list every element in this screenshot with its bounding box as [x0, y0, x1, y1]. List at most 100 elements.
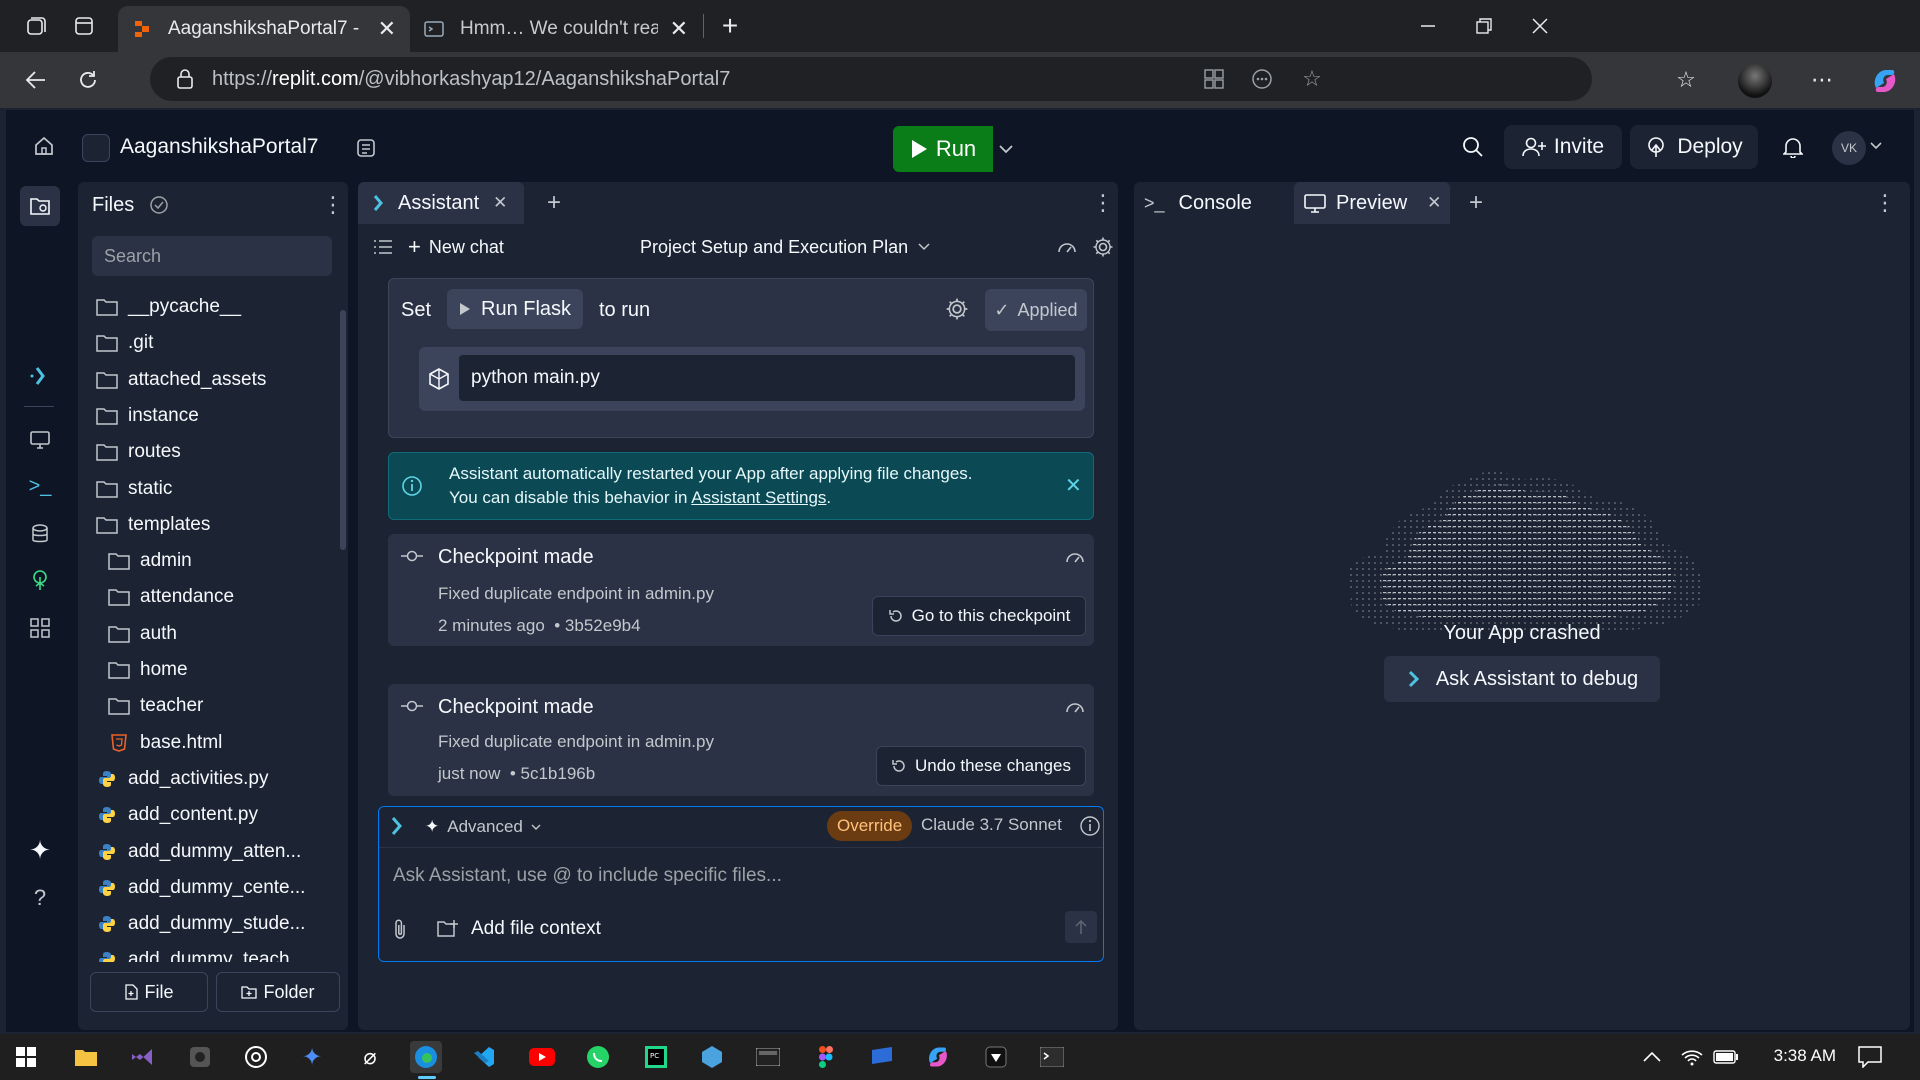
file-explorer-icon[interactable]: [70, 1041, 102, 1073]
assistant-settings-link[interactable]: Assistant Settings: [691, 488, 826, 507]
file-tree-item[interactable]: routes: [96, 435, 181, 469]
project-info-icon[interactable]: [346, 128, 386, 168]
run-button[interactable]: Run: [893, 126, 993, 172]
new-chat-button[interactable]: + New chat: [408, 232, 504, 262]
close-tab-icon[interactable]: ✕: [378, 16, 396, 42]
assistant-prompt-input[interactable]: Ask Assistant, use @ to include specific…: [393, 865, 1083, 887]
file-tree-item[interactable]: instance: [96, 399, 199, 433]
webview-tool-icon[interactable]: [20, 420, 60, 460]
chat-history-icon[interactable]: [370, 234, 396, 260]
youtube-icon[interactable]: [526, 1041, 558, 1073]
workspaces-icon[interactable]: [22, 12, 50, 40]
close-window-icon[interactable]: [1522, 10, 1558, 42]
app-icon[interactable]: [696, 1041, 728, 1073]
reload-icon[interactable]: [72, 64, 104, 96]
more-reading-icon[interactable]: [1248, 65, 1276, 93]
close-notice-icon[interactable]: ✕: [1065, 473, 1082, 498]
app-icon[interactable]: [184, 1041, 216, 1073]
app-icon[interactable]: [752, 1041, 784, 1073]
copilot-icon[interactable]: [1868, 64, 1902, 98]
new-tab-icon[interactable]: +: [714, 10, 746, 42]
app-available-icon[interactable]: [1200, 65, 1228, 93]
search-icon[interactable]: [1452, 126, 1494, 168]
go-to-checkpoint-button[interactable]: Go to this checkpoint: [872, 596, 1086, 636]
files-tool-icon[interactable]: [20, 186, 60, 226]
file-tree-item[interactable]: __pycache__: [96, 290, 241, 324]
send-arrow-icon[interactable]: [1065, 911, 1097, 943]
all-tools-grid-icon[interactable]: [20, 608, 60, 648]
clock-time[interactable]: 3:38 AM: [1748, 1046, 1836, 1066]
add-file-context-button[interactable]: Add file context: [437, 915, 601, 943]
add-tab-icon[interactable]: +: [1462, 182, 1490, 224]
whatsapp-icon[interactable]: [582, 1041, 614, 1073]
favorite-star-icon[interactable]: ☆: [1298, 65, 1326, 93]
file-tree-item[interactable]: teacher: [108, 689, 203, 723]
file-tree-item[interactable]: add_content.py: [96, 798, 258, 832]
override-badge[interactable]: Override: [827, 811, 913, 841]
project-name[interactable]: AaganshikshaPortal7: [120, 128, 318, 166]
tab-actions-icon[interactable]: [70, 12, 98, 40]
windows-start-icon[interactable]: [10, 1041, 42, 1073]
chatgpt-icon[interactable]: [240, 1041, 272, 1073]
tab-assistant[interactable]: Assistant ✕: [358, 182, 524, 224]
browser-tab-replit[interactable]: AaganshikshaPortal7 - Replit ✕: [118, 6, 410, 52]
file-tree-item[interactable]: static: [96, 472, 172, 506]
tab-preview[interactable]: Preview ✕: [1294, 182, 1450, 224]
app-icon[interactable]: [980, 1041, 1012, 1073]
settings-gear-icon[interactable]: [1090, 234, 1116, 260]
show-hidden-icons-chevron-icon[interactable]: [1636, 1041, 1668, 1073]
help-icon[interactable]: ?: [20, 878, 60, 918]
pycharm-icon[interactable]: PC: [640, 1041, 672, 1073]
file-tree-item[interactable]: attached_assets: [96, 363, 266, 397]
rollback-icon[interactable]: [1054, 234, 1080, 260]
user-avatar[interactable]: VK: [1832, 131, 1866, 165]
run-dropdown-chevron-icon[interactable]: [993, 126, 1019, 172]
file-tree-item[interactable]: add_dummy_stude...: [96, 907, 305, 941]
panel-menu-icon[interactable]: ⋮: [1092, 182, 1114, 224]
wifi-icon[interactable]: [1676, 1041, 1708, 1073]
lock-icon[interactable]: [176, 69, 194, 89]
add-tab-icon[interactable]: +: [540, 182, 568, 224]
rollback-icon[interactable]: [1064, 548, 1086, 571]
file-tree-item[interactable]: add_dummy_cente...: [96, 871, 305, 905]
workflow-settings-icon[interactable]: [945, 297, 969, 326]
file-tree-item[interactable]: .git: [96, 326, 153, 360]
file-tree-item[interactable]: auth: [108, 617, 177, 651]
vscode-icon[interactable]: [468, 1041, 500, 1073]
battery-icon[interactable]: [1710, 1041, 1742, 1073]
new-file-button[interactable]: File: [90, 972, 208, 1012]
files-menu-icon[interactable]: ⋮: [322, 192, 344, 218]
copilot-icon[interactable]: [922, 1041, 954, 1073]
back-icon[interactable]: [20, 64, 52, 96]
deploy-button[interactable]: Deploy: [1630, 125, 1758, 169]
file-tree-item[interactable]: attendance: [108, 580, 234, 614]
app-icon[interactable]: ⌀: [354, 1041, 386, 1073]
account-chevron-icon[interactable]: [1868, 138, 1884, 154]
tab-console[interactable]: >_ Console: [1134, 182, 1284, 224]
close-tab-icon[interactable]: ✕: [670, 16, 688, 42]
integrations-tool-icon[interactable]: [20, 560, 60, 600]
file-tree-item[interactable]: add_dummy_teach: [96, 943, 290, 962]
notifications-icon[interactable]: [1854, 1041, 1886, 1073]
close-tab-icon[interactable]: ✕: [1427, 193, 1441, 213]
home-icon[interactable]: [24, 126, 64, 166]
ask-assistant-debug-button[interactable]: Ask Assistant to debug: [1384, 656, 1660, 702]
rollback-icon[interactable]: [1064, 698, 1086, 721]
undo-changes-button[interactable]: Undo these changes: [876, 746, 1086, 786]
figma-icon[interactable]: [810, 1041, 842, 1073]
workflow-chip[interactable]: Run Flask: [447, 289, 584, 329]
favorites-icon[interactable]: ☆: [1670, 64, 1702, 96]
file-tree-item[interactable]: home: [108, 653, 188, 687]
address-bar[interactable]: https://replit.com/@vibhorkashyap12/Aaga…: [150, 57, 1592, 101]
close-tab-icon[interactable]: ✕: [493, 193, 507, 213]
files-scrollbar[interactable]: [340, 310, 346, 550]
profile-avatar[interactable]: [1738, 64, 1772, 98]
file-tree-item[interactable]: add_dummy_atten...: [96, 835, 301, 869]
file-tree-item[interactable]: base.html: [108, 726, 222, 760]
console-tool-icon[interactable]: >_: [20, 466, 60, 506]
edge-browser-icon[interactable]: [410, 1041, 442, 1073]
file-tree-item[interactable]: add_activities.py: [96, 762, 268, 796]
notifications-bell-icon[interactable]: [1772, 126, 1814, 168]
browser-menu-icon[interactable]: ⋯: [1806, 64, 1838, 96]
gemini-icon[interactable]: ✦: [296, 1041, 328, 1073]
